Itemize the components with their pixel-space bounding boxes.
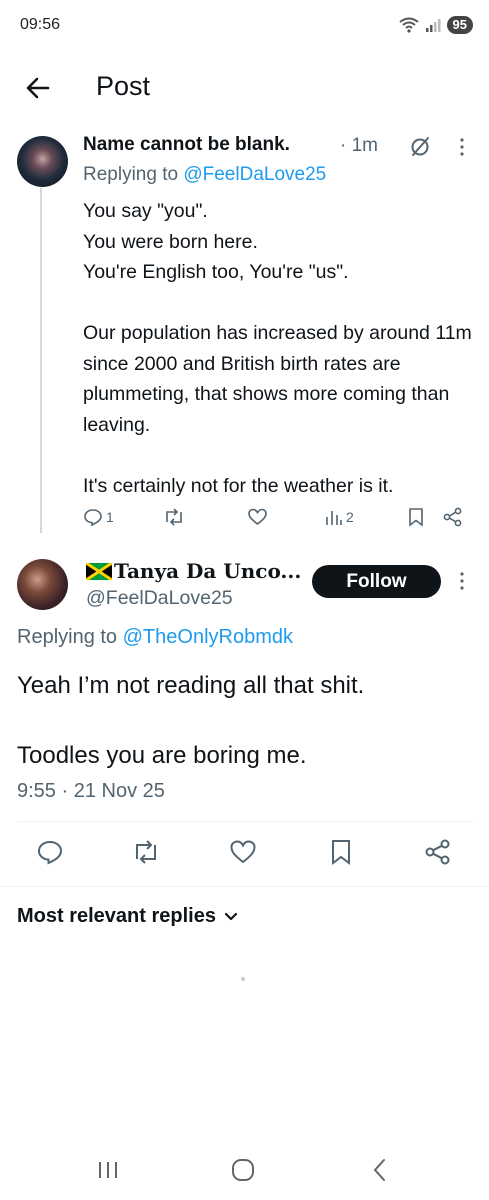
reply-action[interactable]: 1 (83, 507, 114, 527)
recent-apps-icon[interactable] (94, 1156, 122, 1184)
wifi-icon (398, 17, 419, 33)
replying-to-mention[interactable]: @FeelDaLove25 (183, 164, 326, 185)
jamaica-flag-icon (86, 563, 112, 580)
avatar[interactable] (17, 136, 68, 187)
bookmark-icon (409, 508, 423, 527)
avatar[interactable] (17, 559, 68, 610)
bookmark-icon[interactable] (327, 838, 355, 866)
comment-icon[interactable] (36, 838, 64, 866)
divider (17, 821, 474, 822)
chevron-down-icon (224, 912, 238, 920)
bookmark-action[interactable] (407, 507, 425, 527)
signal-icon (425, 19, 441, 32)
repost-icon[interactable] (132, 838, 160, 866)
comment-icon (84, 509, 102, 527)
heart-icon[interactable] (229, 838, 257, 866)
battery-indicator: 95 (446, 16, 473, 34)
divider (0, 886, 489, 887)
like-action[interactable] (247, 507, 268, 527)
post-action-bar (0, 838, 489, 868)
replies-sort-dropdown[interactable]: Most relevant replies (17, 905, 238, 928)
share-icon[interactable] (424, 838, 452, 866)
header: Post (0, 60, 489, 120)
grok-icon[interactable] (408, 134, 432, 158)
reply-body: You say "you". You were born here. You'r… (83, 200, 472, 497)
reply-author-name[interactable]: Name cannot be blank. (83, 134, 290, 156)
loading-indicator (241, 977, 245, 981)
heart-icon (248, 508, 267, 526)
post-timestamp[interactable]: 9:55 · 21 Nov 25 (17, 780, 165, 803)
view-count: 2 (346, 509, 354, 525)
post-author-name[interactable]: Tanya Da Unco... (86, 559, 301, 583)
follow-button[interactable]: Follow (312, 565, 441, 598)
replying-to-prefix: Replying to (83, 164, 184, 185)
replying-to-mention[interactable]: @TheOnlyRobmdk (123, 626, 293, 648)
bar-chart-icon (326, 511, 342, 525)
status-bar: 09:56 95 (0, 0, 489, 50)
reply-action-bar: 1 2 (83, 507, 473, 533)
replying-to-prefix: Replying to (17, 626, 123, 648)
share-icon (443, 507, 462, 527)
post-author-handle[interactable]: @FeelDaLove25 (86, 587, 233, 610)
more-vertical-icon[interactable] (454, 136, 470, 158)
page-title: Post (96, 71, 151, 101)
thread-connector-line (40, 188, 42, 533)
back-nav-icon[interactable] (366, 1156, 394, 1184)
system-nav-bar (0, 1140, 489, 1200)
views-action[interactable]: 2 (325, 507, 354, 527)
more-vertical-icon[interactable] (454, 570, 470, 592)
home-icon[interactable] (229, 1156, 257, 1184)
status-time: 09:56 (20, 16, 61, 33)
reply-count: 1 (106, 509, 114, 525)
replies-sort-label: Most relevant replies (17, 905, 216, 927)
replying-to-line: Replying to @TheOnlyRobmdk (17, 626, 293, 649)
replying-to-line: Replying to @FeelDaLove25 (83, 164, 326, 186)
reply-time: · 1m (340, 135, 378, 156)
share-action[interactable] (443, 507, 463, 527)
status-icons: 95 (398, 16, 473, 34)
post-body: Yeah I’m not reading all that shit. Tood… (17, 672, 365, 769)
arrow-left-icon[interactable] (22, 72, 54, 104)
repost-action[interactable] (163, 507, 185, 527)
post-author-name-text: Tanya Da Unco... (114, 559, 302, 583)
repost-icon (166, 508, 182, 526)
